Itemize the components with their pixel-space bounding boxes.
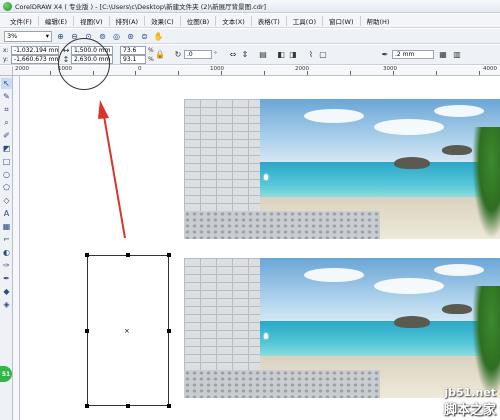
ruler-corner[interactable] xyxy=(0,66,13,76)
wrap-paragraph-icon[interactable]: ▦ xyxy=(438,49,448,59)
table-tool-icon[interactable]: ▦ xyxy=(1,221,12,232)
drawing-canvas[interactable]: × jb51.net 脚本之家 xyxy=(21,77,500,420)
menu-layout[interactable]: 排列(A) xyxy=(108,15,145,26)
outline-width-field[interactable]: .2 mm xyxy=(392,50,434,59)
to-front-icon[interactable]: ◧ xyxy=(276,49,286,59)
scale-x-field[interactable]: 73.6 xyxy=(120,46,146,55)
zoom-tool-icon[interactable]: ⌕ xyxy=(1,117,12,128)
menu-file[interactable]: 文件(F) xyxy=(4,16,38,26)
ruler-label: 4000 xyxy=(483,66,497,72)
zoom-level-combo[interactable]: 3% ▾ xyxy=(4,30,52,42)
smart-fill-icon[interactable]: ◩ xyxy=(1,143,12,154)
window-title: CorelDRAW X4 ( 专业版 ) - [C:\Users\c\Deskt… xyxy=(15,3,267,11)
menu-window[interactable]: 帮助(H) xyxy=(359,15,396,26)
selection-handle[interactable] xyxy=(167,253,171,257)
menu-bar: 文件(F) 编辑(E) 视图(V) 排列(A) 效果(C) 位图(B) 文本(X… xyxy=(0,14,500,28)
crop-tool-icon[interactable]: ⌗ xyxy=(1,104,12,115)
selection-handle[interactable] xyxy=(126,253,130,257)
rectangle-tool-icon[interactable]: □ xyxy=(1,156,12,167)
scale-y-field[interactable]: 93.1 xyxy=(120,55,146,64)
mirror-vertical-icon[interactable]: ⇕ xyxy=(240,49,250,59)
menu-view[interactable]: 视图(V) xyxy=(73,15,109,26)
menu-table[interactable]: 工具(O) xyxy=(285,15,322,26)
scale-y-percent: % xyxy=(148,56,154,63)
pan-icon[interactable]: ✋ xyxy=(153,31,164,42)
selection-handle[interactable] xyxy=(85,253,89,257)
blend-tool-icon[interactable]: ◐ xyxy=(1,247,12,258)
x-label: x: xyxy=(3,47,9,54)
beach-background-image[interactable] xyxy=(184,99,500,239)
zoom-height-icon[interactable]: ⊜ xyxy=(139,31,150,42)
rotation-degree: ° xyxy=(214,51,217,58)
to-back-icon[interactable]: ◨ xyxy=(288,49,298,59)
basic-shapes-icon[interactable]: ◇ xyxy=(1,195,12,206)
pick-tool-icon[interactable]: ↖ xyxy=(1,78,12,89)
coreldraw-app-icon xyxy=(3,1,12,11)
mirror-paragraph-icon[interactable]: ▥ xyxy=(452,49,462,59)
selection-handle[interactable] xyxy=(85,329,89,333)
outline-width-value: .2 mm xyxy=(395,51,415,58)
zoom-page-icon[interactable]: ◎ xyxy=(111,31,122,42)
zoom-width-icon[interactable]: ⊛ xyxy=(125,31,136,42)
y-position-field[interactable]: -1,660.673 mm xyxy=(11,55,59,64)
selection-handle[interactable] xyxy=(167,404,171,408)
x-position-field[interactable]: -1,032.194 mm xyxy=(11,46,59,55)
menu-effects[interactable]: 位图(B) xyxy=(179,15,216,26)
eyedropper-tool-icon[interactable]: ✑ xyxy=(1,260,12,271)
connector-tool-icon[interactable]: ⌐ xyxy=(1,234,12,245)
shape-tool-icon[interactable]: ✎ xyxy=(1,91,12,102)
rotation-field[interactable]: .0 xyxy=(184,50,212,59)
menu-edit[interactable]: 编辑(E) xyxy=(37,15,73,26)
zoom-all-icon[interactable]: ⊚ xyxy=(97,31,108,42)
menu-tools[interactable]: 窗口(W) xyxy=(322,15,360,26)
ellipse-tool-icon[interactable]: ○ xyxy=(1,169,12,180)
fill-tool-icon[interactable]: ◆ xyxy=(1,286,12,297)
chevron-down-icon: ▾ xyxy=(45,32,49,40)
interactive-fill-icon[interactable]: ◈ xyxy=(1,299,12,310)
zoom-in-icon[interactable]: ⊕ xyxy=(55,31,66,42)
menu-arrange[interactable]: 效果(C) xyxy=(144,15,180,26)
selection-handle[interactable] xyxy=(167,329,171,333)
freehand-tool-icon[interactable]: ✐ xyxy=(1,130,12,141)
wrap-text-icon[interactable]: ▤ xyxy=(258,49,268,59)
selection-handle[interactable] xyxy=(85,404,89,408)
selected-rectangle[interactable]: × xyxy=(85,253,171,408)
mirror-horizontal-icon[interactable]: ⇔ xyxy=(228,49,238,59)
polygon-tool-icon[interactable]: ⬠ xyxy=(1,182,12,193)
vertical-ruler[interactable] xyxy=(13,76,20,420)
menu-text[interactable]: 表格(T) xyxy=(250,15,286,26)
zoom-level-value: 3% xyxy=(7,32,18,40)
menu-bitmaps[interactable]: 文本(X) xyxy=(215,15,251,26)
annotation-circle xyxy=(58,38,110,90)
beach-background-image-copy[interactable] xyxy=(184,258,500,398)
round-corners-icon[interactable]: ▢ xyxy=(318,49,328,59)
ruler-label: 0 xyxy=(138,66,142,72)
rotation-center-icon[interactable]: × xyxy=(124,327,130,335)
rotate-icon: ↻ xyxy=(174,49,182,59)
ruler-label: 3000 xyxy=(383,66,397,72)
watermark: jb51.net 脚本之家 xyxy=(444,386,496,418)
selection-handle[interactable] xyxy=(126,404,130,408)
outline-pen-icon: ✒ xyxy=(381,49,389,59)
convert-curves-icon[interactable]: ⌇ xyxy=(306,49,316,59)
text-tool-icon[interactable]: A xyxy=(1,208,12,219)
watermark-site: 脚本之家 xyxy=(443,403,496,418)
scale-x-percent: % xyxy=(148,47,154,54)
title-bar: CorelDRAW X4 ( 专业版 ) - [C:\Users\c\Deskt… xyxy=(0,0,500,13)
y-label: y: xyxy=(3,56,9,63)
outline-tool-icon[interactable]: ✒ xyxy=(1,273,12,284)
lock-ratio-icon[interactable]: 🔒 xyxy=(155,49,165,59)
ruler-label: 2000 xyxy=(15,66,29,72)
watermark-url: jb51.net xyxy=(444,386,496,399)
